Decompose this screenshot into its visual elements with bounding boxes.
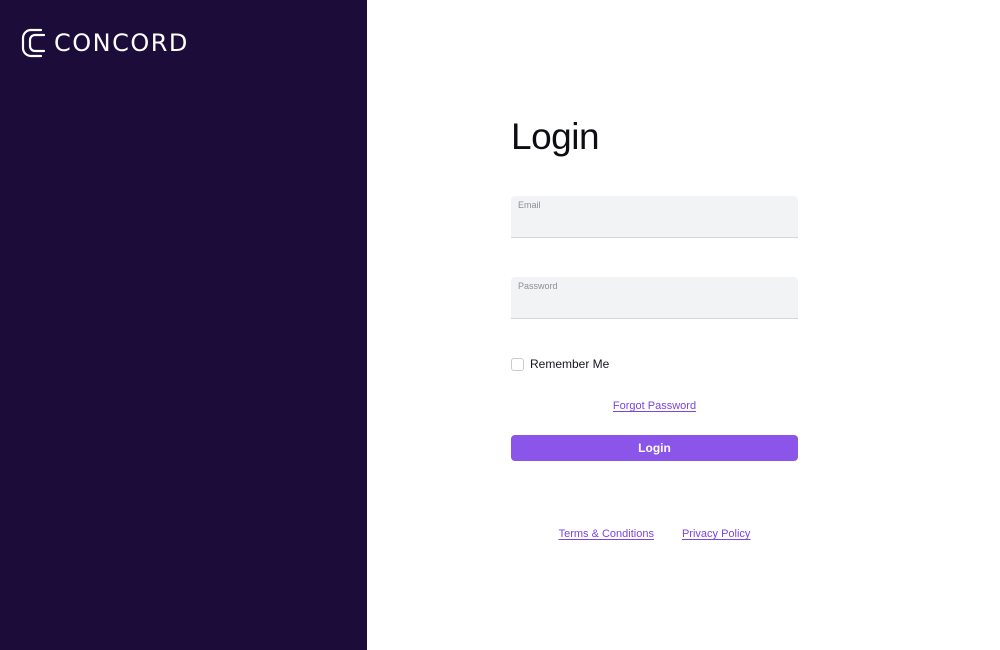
brand-panel: CONCORD	[0, 0, 367, 650]
email-label: Email	[518, 200, 541, 210]
form-panel: Login Email Password Remember Me Forgot …	[367, 0, 1000, 650]
concord-c-logo-icon	[21, 28, 46, 58]
password-field[interactable]: Password	[511, 277, 798, 319]
email-input[interactable]	[518, 214, 791, 234]
footer-links: Terms & Conditions Privacy Policy	[511, 528, 798, 540]
password-input[interactable]	[518, 295, 791, 315]
password-label: Password	[518, 281, 558, 291]
remember-me-checkbox[interactable]	[511, 357, 524, 371]
page-title: Login	[511, 116, 600, 157]
brand-name: CONCORD	[54, 29, 189, 57]
privacy-link[interactable]: Privacy Policy	[682, 528, 750, 540]
brand-logo: CONCORD	[20, 26, 189, 60]
forgot-password-link[interactable]: Forgot Password	[613, 400, 696, 412]
remember-me-label[interactable]: Remember Me	[530, 357, 609, 371]
login-page: CONCORD Login Email Password Remember Me…	[0, 0, 1000, 650]
email-field[interactable]: Email	[511, 196, 798, 238]
terms-link[interactable]: Terms & Conditions	[559, 528, 654, 540]
login-button[interactable]: Login	[511, 435, 798, 461]
remember-me[interactable]: Remember Me	[511, 357, 609, 371]
forgot-password-row: Forgot Password	[511, 396, 798, 414]
